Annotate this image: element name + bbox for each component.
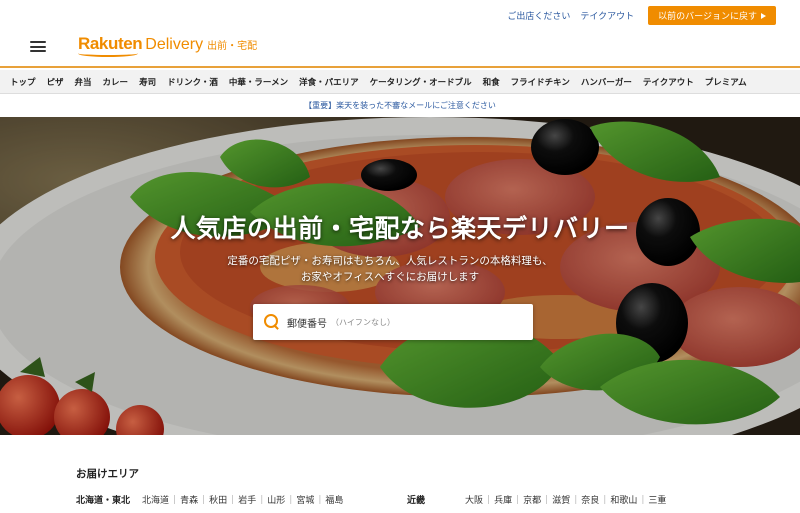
header-utility-links: ご出店ください テイクアウト 以前のバージョンに戻す (507, 6, 776, 25)
postal-code-label: 郵便番号 (287, 318, 327, 330)
region-label: 近畿 (407, 496, 426, 506)
hero-title: 人気店の出前・宅配なら楽天デリバリー (170, 214, 630, 243)
pref-link[interactable]: 北海道 (142, 493, 169, 506)
category-top[interactable]: トップ (10, 76, 36, 88)
postal-code-search[interactable]: 郵便番号 （ハイフンなし） (253, 304, 533, 340)
hero-subtitle-line-1: 定番の宅配ピザ・お寿司はもちろん、人気レストランの本格料理も、 (227, 255, 553, 267)
takeout-link[interactable]: テイクアウト (580, 9, 634, 22)
pref-link[interactable]: 和歌山 (610, 493, 637, 506)
category-bento[interactable]: 弁当 (75, 76, 92, 88)
hero-banner: 人気店の出前・宅配なら楽天デリバリー 定番の宅配ピザ・お寿司はもちろん、人気レス… (0, 117, 800, 435)
pref-link[interactable]: 大阪 (465, 493, 483, 506)
pref-link[interactable]: 京都 (523, 493, 541, 506)
category-washoku[interactable]: 和食 (483, 76, 500, 88)
logo-delivery-text: Delivery (145, 36, 204, 53)
category-catering[interactable]: ケータリング・オードブル (370, 76, 472, 88)
legacy-version-label: 以前のバージョンに戻す (658, 12, 757, 22)
logo-subtitle: 出前・宅配 (207, 41, 258, 52)
category-drinks[interactable]: ドリンク・酒 (167, 76, 218, 88)
category-curry[interactable]: カレー (103, 76, 129, 88)
category-sushi[interactable]: 寿司 (139, 76, 156, 88)
logo-rakuten-text: Rakuten (78, 34, 143, 57)
pref-link[interactable]: 青森 (180, 493, 198, 506)
pref-link[interactable]: 岩手 (238, 493, 256, 506)
site-header: ご出店ください テイクアウト 以前のバージョンに戻す Rakuten Deliv… (0, 0, 800, 68)
region-row-hokkaido-tohoku: 北海道・東北 北海道 | 青森 | 秋田 | 岩手 | 山形 | 宮城 | 福島 (76, 493, 344, 507)
delivery-area-title: お届けエリア (76, 468, 139, 480)
search-icon (263, 313, 281, 331)
pref-link[interactable]: 奈良 (581, 493, 599, 506)
category-western-paella[interactable]: 洋食・パエリア (299, 76, 359, 88)
pref-link[interactable]: 宮城 (296, 493, 314, 506)
category-fried-chicken[interactable]: フライドチキン (511, 76, 570, 88)
category-hamburger[interactable]: ハンバーガー (581, 76, 632, 88)
open-store-link[interactable]: ご出店ください (507, 9, 570, 22)
pref-link[interactable]: 福島 (325, 493, 343, 506)
category-premium[interactable]: プレミアム (705, 76, 747, 88)
pref-link[interactable]: 兵庫 (494, 493, 512, 506)
pref-link[interactable]: 山形 (267, 493, 285, 506)
play-arrow-icon (761, 12, 766, 19)
hero-subtitle: 定番の宅配ピザ・お寿司はもちろん、人気レストランの本格料理も、 お家やオフィスへ… (0, 253, 780, 285)
category-chinese-ramen[interactable]: 中華・ラーメン (229, 76, 288, 88)
pref-link[interactable]: 秋田 (209, 493, 227, 506)
category-nav: トップ ピザ 弁当 カレー 寿司 ドリンク・酒 中華・ラーメン 洋食・パエリア … (0, 70, 800, 94)
pref-link[interactable]: 三重 (648, 493, 666, 506)
legacy-version-button[interactable]: 以前のバージョンに戻す (648, 6, 776, 25)
hamburger-menu-icon[interactable] (30, 41, 46, 52)
category-takeout[interactable]: テイクアウト (643, 76, 694, 88)
rakuten-delivery-logo[interactable]: Rakuten Delivery 出前・宅配 (78, 34, 258, 57)
region-label: 北海道・東北 (76, 496, 131, 506)
hero-subtitle-line-2: お家やオフィスへすぐにお届けします (300, 271, 480, 283)
region-row-kinki: 近畿 大阪 | 兵庫 | 京都 | 滋賀 | 奈良 | 和歌山 | 三重 (407, 493, 667, 507)
important-notice-link[interactable]: 【重要】楽天を装った不審なメールにご注意ください (0, 96, 800, 116)
postal-code-hint: （ハイフンなし） (331, 317, 395, 327)
pref-link[interactable]: 滋賀 (552, 493, 570, 506)
category-pizza[interactable]: ピザ (47, 76, 64, 88)
